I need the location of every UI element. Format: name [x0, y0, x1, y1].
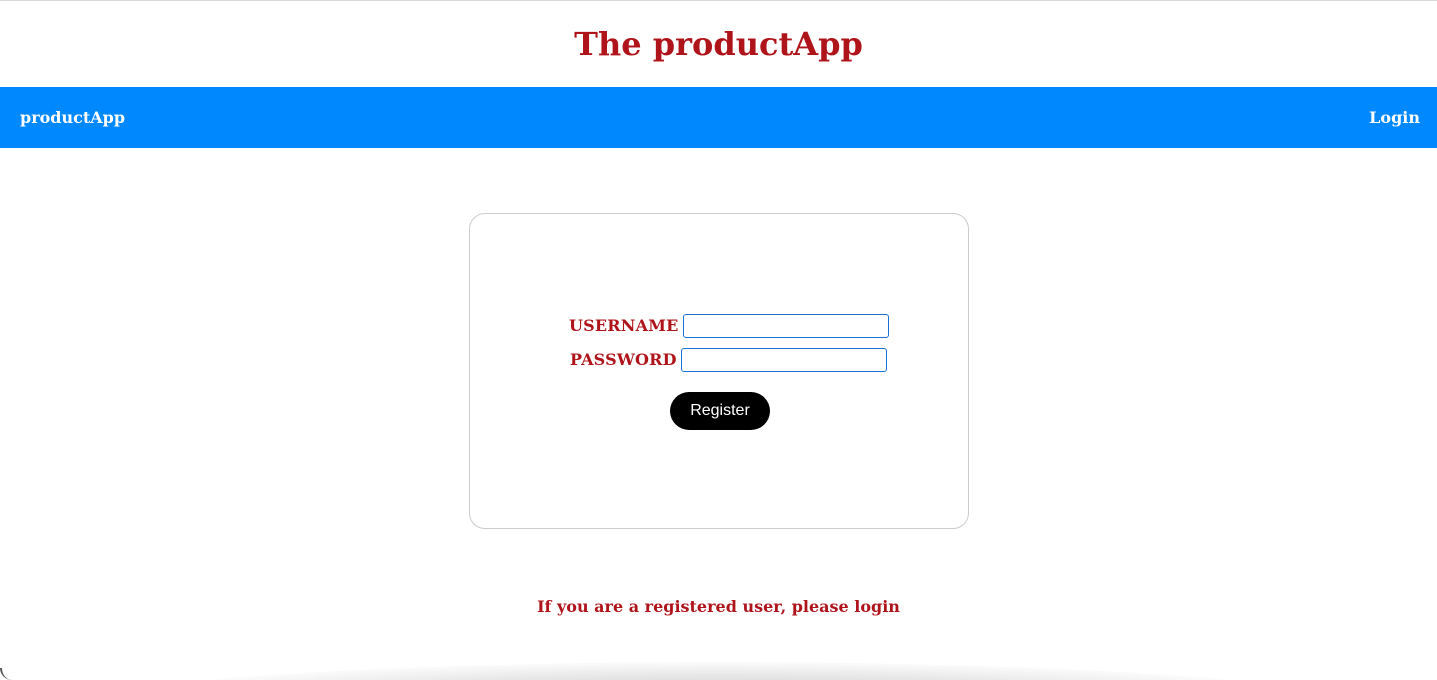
page-title: The productApp: [574, 25, 863, 63]
bottom-shadow-decoration: [110, 662, 1330, 680]
username-input[interactable]: [682, 314, 889, 338]
username-row: USERNAME: [569, 314, 889, 338]
top-border: [0, 0, 1437, 1]
nav-brand-link[interactable]: productApp: [20, 106, 125, 130]
password-input[interactable]: [680, 348, 887, 372]
nav-login-link[interactable]: Login: [1369, 106, 1420, 130]
login-hint-text[interactable]: If you are a registered user, please log…: [0, 596, 1437, 618]
window-corner-decoration: [0, 668, 14, 680]
register-form-card: USERNAME PASSWORD Register: [469, 213, 969, 529]
username-label: USERNAME: [569, 316, 679, 335]
password-label: PASSWORD: [570, 350, 677, 369]
password-row: PASSWORD: [570, 348, 887, 372]
register-button[interactable]: Register: [670, 392, 770, 430]
navbar: productApp Login: [0, 87, 1437, 148]
